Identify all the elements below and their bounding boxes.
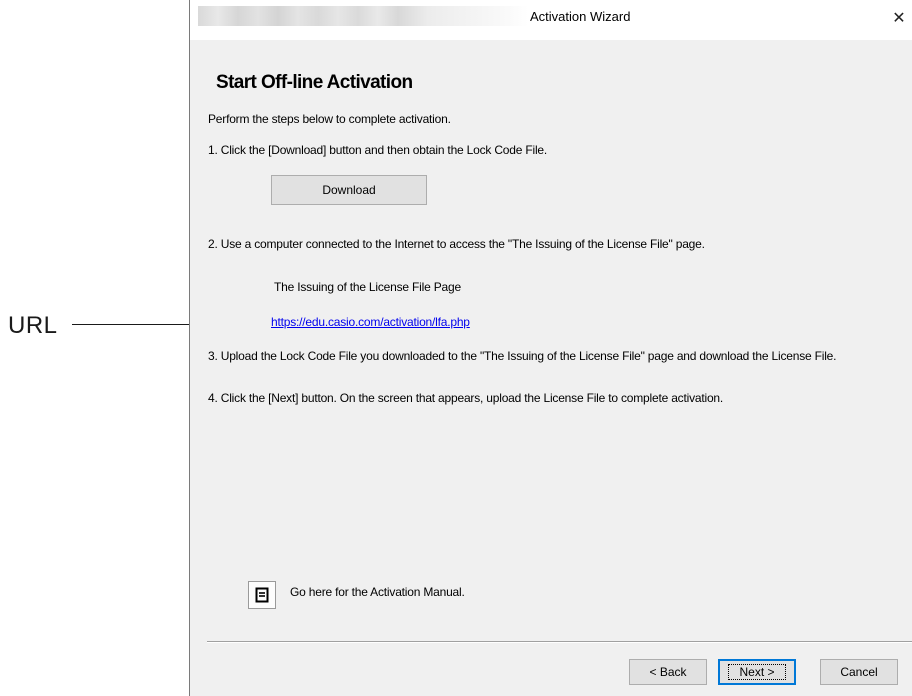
close-button[interactable]: ✕ <box>886 6 912 30</box>
activation-manual-button[interactable] <box>248 581 276 609</box>
next-button-label: Next > <box>728 664 786 680</box>
step-4-text: 4. Click the [Next] button. On the scree… <box>208 391 724 405</box>
url-callout-label: URL <box>8 312 58 339</box>
activation-manual-text: Go here for the Activation Manual. <box>290 585 465 599</box>
blurred-title-region <box>198 6 528 26</box>
back-button[interactable]: < Back <box>629 659 707 685</box>
page-heading: Start Off-line Activation <box>216 72 413 93</box>
issuing-page-label: The Issuing of the License File Page <box>274 280 461 294</box>
screenshot-canvas: URL Activation Wizard ✕ Start Off-line A… <box>0 0 912 696</box>
title-bar: Activation Wizard ✕ <box>190 0 912 40</box>
step-3-text: 3. Upload the Lock Code File you downloa… <box>208 349 837 363</box>
window-title: Activation Wizard <box>530 9 631 24</box>
download-button[interactable]: Download <box>271 175 427 205</box>
activation-wizard-window: Activation Wizard ✕ Start Off-line Activ… <box>189 0 912 696</box>
intro-text: Perform the steps below to complete acti… <box>208 112 451 126</box>
footer-divider <box>207 641 912 643</box>
document-icon <box>255 587 269 603</box>
license-url-link[interactable]: https://edu.casio.com/activation/lfa.php <box>271 315 470 329</box>
next-button[interactable]: Next > <box>718 659 796 685</box>
step-2-text: 2. Use a computer connected to the Inter… <box>208 237 705 251</box>
step-1-text: 1. Click the [Download] button and then … <box>208 143 548 157</box>
cancel-button[interactable]: Cancel <box>820 659 898 685</box>
